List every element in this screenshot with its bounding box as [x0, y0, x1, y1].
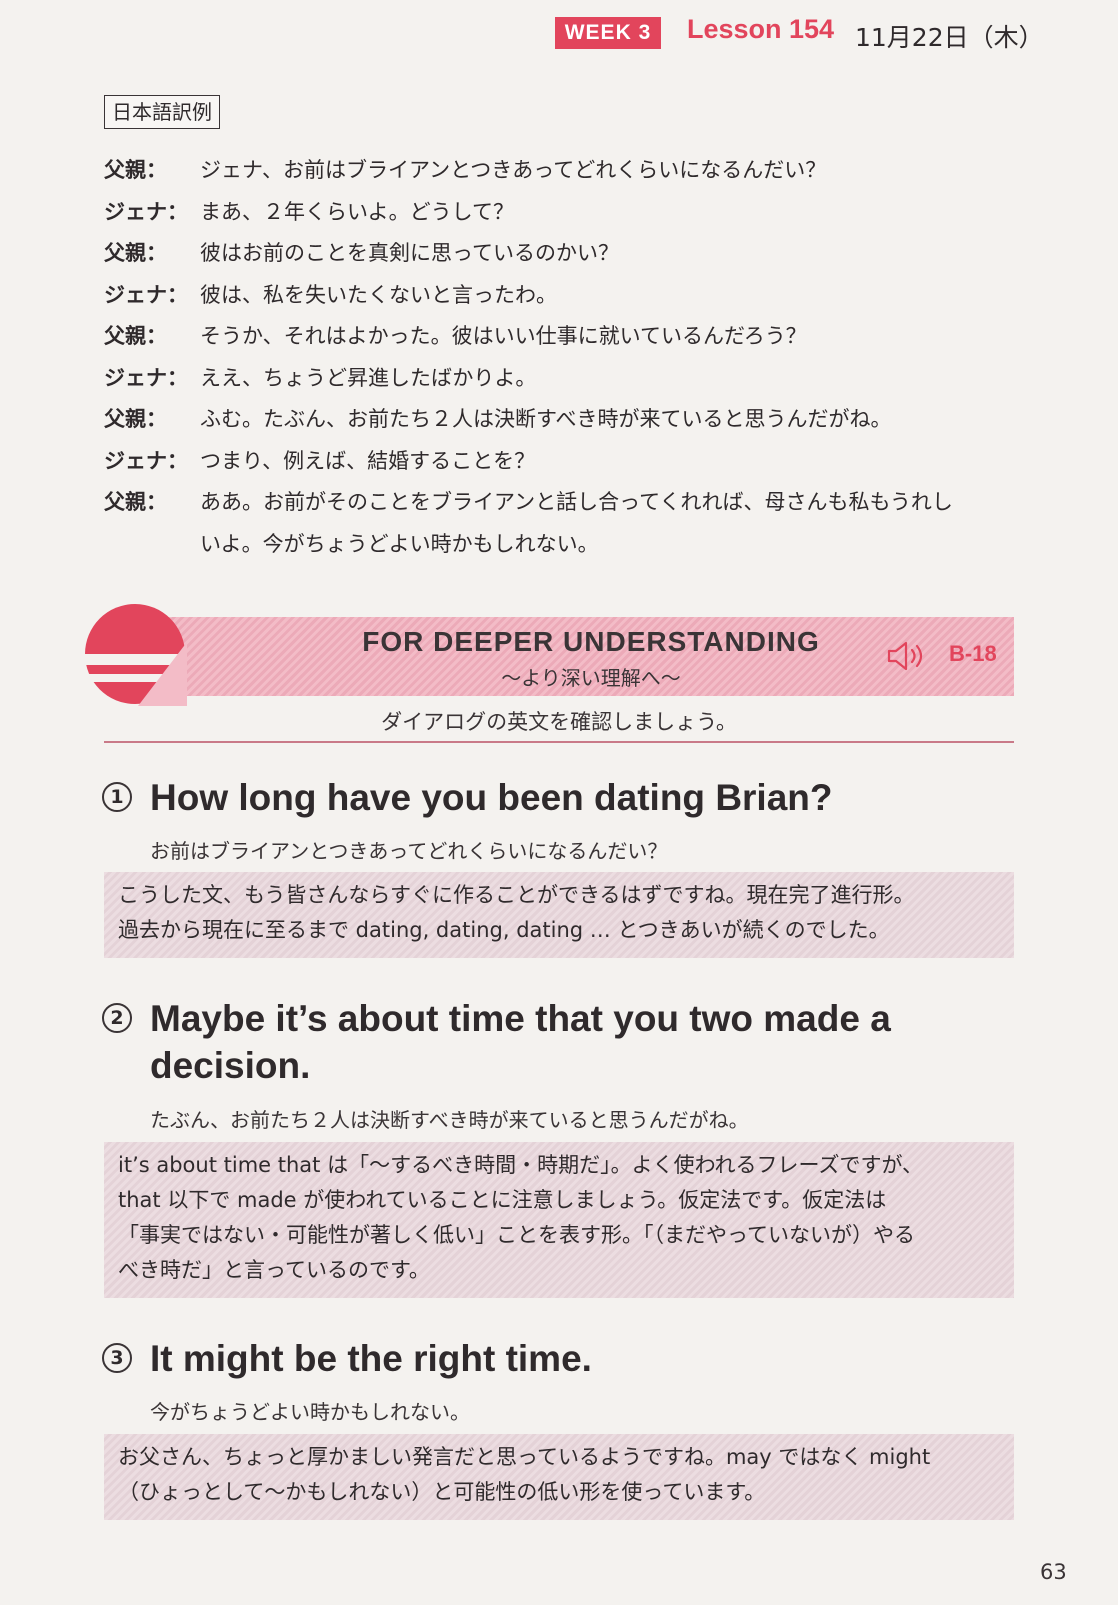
speaker-name: 父親：: [104, 158, 167, 182]
point-english-2-line2: decision.: [150, 1045, 311, 1086]
speaker-name: ジェナ：: [104, 448, 188, 473]
dialog-text: 彼はお前のことを真剣に思っているのかい？: [200, 241, 619, 265]
dialog-line: 父親： ふむ。たぶん、お前たち２人は決断すべき時が来ていると思うんだがね。: [104, 399, 1024, 441]
lesson-date: 11月22日（木）: [855, 23, 1044, 52]
dialog-line: ジェナ： つまり、例えば、結婚することを？: [104, 441, 1024, 483]
dialog-text: ああ。お前がそのことをブライアンと話し合ってくれれば、母さんも私もうれし: [200, 490, 953, 514]
dialog-text: ジェナ、お前はブライアンとつきあってどれくらいになるんだい？: [200, 158, 827, 182]
point-number-2: 2: [102, 1003, 132, 1033]
audio-track-code: B-18: [949, 641, 997, 666]
explanation-line: お父さん、ちょっと厚かましい発言だと思っているようですね。may ではなく mi…: [118, 1445, 931, 1469]
point-english-3: It might be the right time.: [150, 1338, 592, 1379]
dialog-line: 父親： 彼はお前のことを真剣に思っているのかい？: [104, 233, 1024, 275]
point-explanation-3: お父さん、ちょっと厚かましい発言だと思っているようですね。may ではなく mi…: [104, 1434, 1014, 1520]
explanation-line: （ひょっとして～かもしれない）と可能性の低い形を使っています。: [118, 1480, 766, 1504]
point-number-1: 1: [102, 782, 132, 812]
dialog-text: そうか、それはよかった。彼はいい仕事に就いているんだろう？: [200, 324, 807, 348]
explanation-line: that 以下で made が使われていることに注意しましょう。仮定法です。仮定…: [118, 1188, 887, 1212]
point-english-1: How long have you been dating Brian?: [150, 777, 833, 818]
point-explanation-2: it’s about time that は「～するべき時間・時期だ」。よく使わ…: [104, 1142, 1014, 1298]
translation-label: 日本語訳例: [104, 95, 220, 129]
page-number: 63: [1040, 1560, 1067, 1584]
dialog-text: ふむ。たぶん、お前たち２人は決断すべき時が来ていると思うんだがね。: [200, 407, 892, 431]
speaker-name: ジェナ：: [104, 199, 188, 224]
explanation-line: 過去から現在に至るまで dating, dating, dating … とつき…: [118, 918, 890, 942]
lesson-title: Lesson 154: [687, 14, 835, 44]
point-explanation-1: こうした文、もう皆さんならすぐに作ることができるはずですね。現在完了進行形。 過…: [104, 872, 1014, 958]
explanation-line: 「事実ではない・可能性が著しく低い」ことを表す形。「（まだやっていないが）やる: [118, 1223, 915, 1247]
speaker-name: 父親：: [104, 490, 167, 514]
dialog-line: ジェナ： 彼は、私を失いたくないと言ったわ。: [104, 275, 1024, 317]
speaker-name: 父親：: [104, 241, 167, 265]
explanation-line: こうした文、もう皆さんならすぐに作ることができるはずですね。現在完了進行形。: [118, 883, 915, 907]
dialog-text: まあ、２年くらいよ。どうして？: [200, 199, 514, 224]
week-badge: WEEK 3: [555, 17, 661, 49]
banner-instruction: ダイアログの英文を確認しましょう。: [381, 710, 737, 734]
point-english-2-line1: Maybe it’s about time that you two made …: [150, 998, 891, 1039]
explanation-line: べき時だ」と言っているのです。: [118, 1258, 430, 1282]
point-number-3: 3: [102, 1343, 132, 1373]
dialog-text: つまり、例えば、結婚することを？: [200, 448, 536, 473]
speaker-name: ジェナ：: [104, 282, 188, 307]
dialog-line: 父親： ああ。お前がそのことをブライアンと話し合ってくれれば、母さんも私もうれし: [104, 482, 1024, 524]
section-divider: [104, 741, 1014, 743]
speaker-name: 父親：: [104, 324, 167, 348]
explanation-line: it’s about time that は「～するべき時間・時期だ」。よく使わ…: [118, 1153, 924, 1177]
audio-speaker-icon[interactable]: [886, 640, 932, 672]
dialog-line: 父親： そうか、それはよかった。彼はいい仕事に就いているんだろう？: [104, 316, 1024, 358]
point-japanese-1: お前はブライアンとつきあってどれくらいになるんだい？: [150, 839, 668, 863]
point-japanese-2: たぶん、お前たち２人は決断すべき時が来ていると思うんだがね。: [150, 1108, 749, 1132]
dialog-text: 彼は、私を失いたくないと言ったわ。: [200, 282, 557, 307]
dialog-text: ええ、ちょうど昇進したばかりよ。: [200, 365, 537, 390]
speaker-name: ジェナ：: [104, 365, 188, 390]
dialog-line: ジェナ： ええ、ちょうど昇進したばかりよ。: [104, 358, 1024, 400]
dialog-translation: 父親： ジェナ、お前はブライアンとつきあってどれくらいになるんだい？ ジェナ： …: [104, 150, 1024, 565]
dialog-line: ジェナ： まあ、２年くらいよ。どうして？: [104, 192, 1024, 234]
point-japanese-3: 今がちょうどよい時かもしれない。: [150, 1400, 470, 1424]
dialog-continuation: いよ。今がちょうどよい時かもしれない。: [200, 531, 599, 556]
speaker-name: 父親：: [104, 407, 167, 431]
dialog-line: 父親： ジェナ、お前はブライアンとつきあってどれくらいになるんだい？: [104, 150, 1024, 192]
